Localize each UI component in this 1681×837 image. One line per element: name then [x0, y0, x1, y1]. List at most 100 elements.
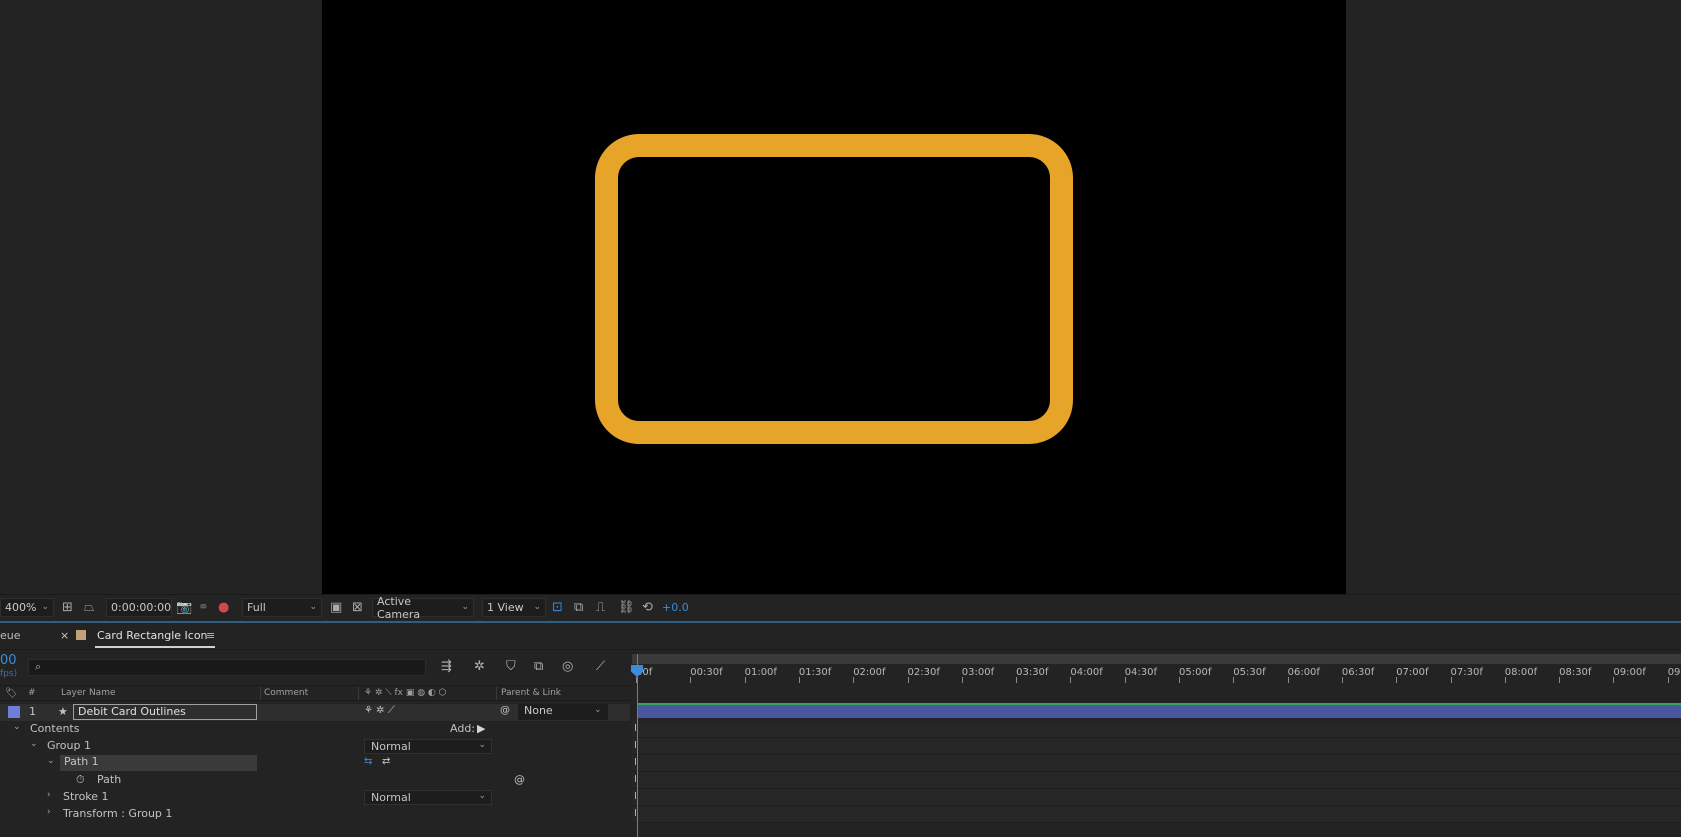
ruler-tick	[1559, 677, 1561, 683]
layer-name-field[interactable]: Debit Card Outlines	[73, 704, 257, 720]
transform-group-label: Transform : Group 1	[63, 807, 173, 820]
path-1-label[interactable]: Path 1	[60, 755, 257, 771]
ruler-tick-label: 05:30f	[1233, 667, 1266, 678]
card-rectangle-shape[interactable]	[595, 134, 1073, 444]
show-snapshot-icon[interactable]: ⚭	[198, 598, 209, 617]
ruler-tick-label: 01:00f	[744, 667, 777, 678]
comp-mini-flowchart-icon[interactable]: ⇶	[441, 659, 452, 674]
region-of-interest-icon[interactable]: ▣	[330, 598, 342, 617]
grid-guides-icon[interactable]: ⊞	[62, 598, 73, 617]
toggle-pixel-aspect-icon[interactable]: ⊡	[552, 598, 563, 617]
frame-blending-icon[interactable]: ⧉	[534, 659, 543, 674]
ruler-tick	[1070, 677, 1072, 683]
ruler-tick	[1504, 677, 1506, 683]
mask-visibility-icon[interactable]: ⏢	[84, 598, 94, 617]
shape-layer-star-icon: ★	[58, 705, 68, 718]
composition-viewer[interactable]	[0, 0, 1681, 594]
timecode-field[interactable]: 0:00:00:00	[106, 598, 172, 617]
stroke-1-label: Stroke 1	[63, 790, 109, 803]
fast-previews-icon[interactable]: ⧉	[574, 598, 583, 617]
path-reverse-icon[interactable]: ⇄	[382, 756, 390, 767]
ruler-tick	[1613, 677, 1615, 683]
timeline-track[interactable]	[632, 789, 1681, 806]
group-blend-mode-dropdown[interactable]: Normal ⌄	[364, 739, 492, 754]
ruler-tick	[690, 677, 692, 683]
layer-row[interactable]: 1 ★ Debit Card Outlines ⚘ ✲ ⟋ @ None ⌄	[0, 704, 630, 721]
path-label: Path	[97, 773, 122, 786]
close-tab-icon[interactable]: ×	[60, 629, 69, 642]
tab-render-queue[interactable]: eue	[0, 629, 21, 642]
color-channels-icon[interactable]: ●	[218, 598, 229, 617]
column-parent-link[interactable]: Parent & Link	[501, 688, 561, 698]
hide-shy-layers-icon[interactable]: ⛉	[506, 659, 516, 674]
pick-whip-icon[interactable]: @	[500, 705, 510, 716]
ruler-tick-label: 07:30f	[1450, 667, 1483, 678]
snapshot-camera-icon[interactable]: 📷	[176, 598, 192, 617]
layer-color-label[interactable]	[8, 706, 20, 718]
ruler-tick	[961, 677, 963, 683]
draft-3d-icon[interactable]: ✲	[474, 659, 485, 674]
twirl-closed-icon[interactable]: ›	[47, 807, 51, 817]
zoom-dropdown[interactable]: 400% ⌄	[0, 598, 54, 617]
twirl-open-icon[interactable]: ⌄	[47, 756, 55, 766]
exposure-value[interactable]: +0.0	[662, 598, 689, 617]
current-time-display[interactable]: 00	[0, 653, 17, 668]
transform-row[interactable]: › Transform : Group 1	[0, 806, 630, 823]
composition-color-label	[76, 630, 86, 640]
exposure-reset-icon[interactable]: ⟲	[642, 598, 653, 617]
layer-column-header: 🏷 # Layer Name Comment ⚘ ✲ ⟍ fx ▣ ◍ ◐ ⬡ …	[0, 685, 630, 701]
contents-group-row[interactable]: ⌄ Contents Add: ▶	[0, 721, 630, 738]
ruler-tick	[907, 677, 909, 683]
twirl-closed-icon[interactable]: ›	[47, 790, 51, 800]
resolution-dropdown[interactable]: Full ⌄	[242, 598, 322, 617]
timeline-track[interactable]	[632, 772, 1681, 789]
time-ruler[interactable]: 00f 00:30f 01:00f 01:30f 02:00f 02:30f 03:00f 0…	[632, 654, 1681, 683]
stroke-blend-mode-dropdown[interactable]: Normal ⌄	[364, 790, 492, 805]
chevron-down-icon: ⌄	[478, 791, 486, 801]
layer-switches-icons[interactable]: ⚘ ✲ ⟋	[364, 705, 395, 716]
motion-blur-icon[interactable]: ◎	[562, 659, 573, 674]
timeline-track[interactable]	[632, 755, 1681, 772]
tab-card-rectangle-icon[interactable]: Card Rectangle Icon	[97, 629, 208, 642]
twirl-open-icon[interactable]: ⌄	[30, 739, 38, 749]
ruler-tick	[1179, 677, 1180, 683]
transparency-grid-icon[interactable]: ⊠	[352, 598, 363, 617]
ruler-tick-label: 09:30f	[1667, 667, 1681, 678]
viewer-toolbar: 400% ⌄ ⊞ ⏢ 0:00:00:00 📷 ⚭ ● Full ⌄ ▣ ⊠ A…	[0, 594, 1681, 621]
pick-whip-icon[interactable]: @	[514, 773, 525, 786]
layer-search-input[interactable]: ⌕	[28, 659, 426, 676]
camera-dropdown[interactable]: Active Camera ⌄	[372, 595, 474, 621]
layer-duration-bar[interactable]	[638, 705, 1681, 718]
timeline-track[interactable]	[632, 806, 1681, 823]
stroke-row[interactable]: › Stroke 1 Normal ⌄	[0, 789, 630, 806]
graph-editor-icon[interactable]: ⟋	[596, 659, 605, 674]
views-dropdown[interactable]: 1 View ⌄	[482, 598, 546, 617]
column-layer-name[interactable]: Layer Name	[61, 688, 116, 698]
path-row[interactable]: ⌄ Path 1 ⇆ ⇄	[0, 755, 630, 772]
twirl-open-icon[interactable]: ⌄	[13, 722, 21, 732]
playhead-line[interactable]	[637, 654, 638, 837]
contents-label: Contents	[30, 722, 80, 735]
add-menu-icon[interactable]: ▶	[477, 722, 485, 735]
timeline-icon[interactable]: ⎍	[596, 598, 605, 617]
path-property-row[interactable]: ⏱ Path @	[0, 772, 630, 789]
chevron-down-icon: ⌄	[533, 602, 541, 612]
path-direction-icon[interactable]: ⇆	[364, 756, 372, 767]
switches-icons: ⚘ ✲ ⟍ fx ▣ ◍ ◐ ⬡	[364, 688, 447, 698]
add-label: Add:	[450, 722, 476, 735]
ruler-tick-label: 01:30f	[798, 667, 832, 678]
panel-tab-row: eue × Card Rectangle Icon ≡	[0, 623, 1681, 650]
ruler-tick	[1396, 677, 1398, 683]
search-icon: ⌕	[35, 660, 42, 673]
work-area-bar[interactable]	[632, 654, 1681, 664]
column-number: #	[28, 688, 36, 698]
ruler-tick	[1667, 677, 1669, 683]
timeline-track[interactable]	[632, 738, 1681, 755]
group-row[interactable]: ⌄ Group 1 Normal ⌄	[0, 738, 630, 755]
panel-menu-icon[interactable]: ≡	[206, 629, 215, 642]
flowchart-icon[interactable]: ⛓	[618, 598, 635, 617]
stopwatch-icon[interactable]: ⏱	[76, 773, 85, 787]
group-1-label: Group 1	[47, 739, 91, 752]
timeline-track[interactable]	[632, 721, 1681, 738]
column-comment[interactable]: Comment	[264, 688, 308, 698]
